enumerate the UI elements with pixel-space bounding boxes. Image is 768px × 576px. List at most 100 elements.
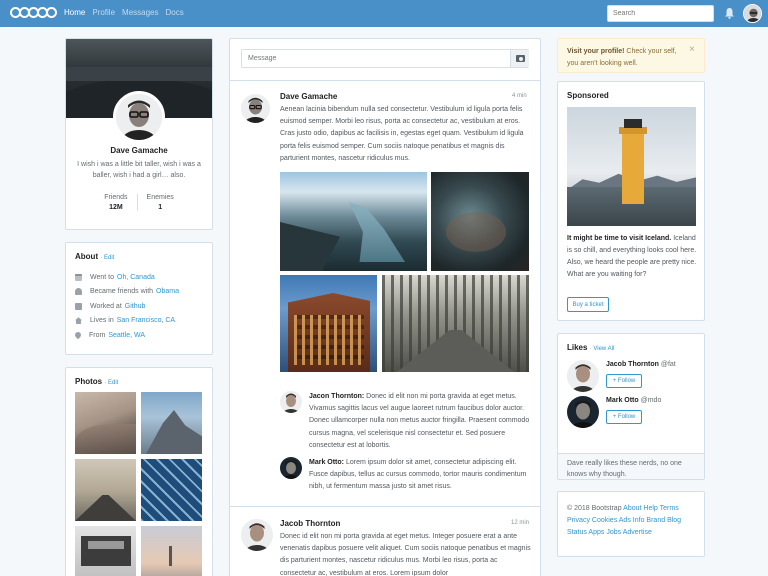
about-item-text: Lives in xyxy=(90,317,114,325)
enemies-label: Enemies xyxy=(146,194,174,201)
likes-footer-text: Dave really likes these nerds, no one kn… xyxy=(567,460,682,478)
view-all-link[interactable]: · View All xyxy=(590,346,615,352)
nav-avatar[interactable] xyxy=(743,4,762,23)
notifications-icon[interactable] xyxy=(724,7,735,19)
enemies-stat[interactable]: Enemies 1 xyxy=(136,194,183,211)
footer-link-cookies[interactable]: Cookies xyxy=(592,517,617,524)
post-author-name[interactable]: Dave Gamache xyxy=(280,92,337,101)
nav-docs[interactable]: Docs xyxy=(166,8,184,17)
footer-link-help[interactable]: Help xyxy=(643,505,657,512)
about-item-link[interactable]: Github xyxy=(125,303,146,310)
footer-link-ads[interactable]: Ads xyxy=(619,517,631,524)
photo-thumbnail[interactable] xyxy=(75,526,136,576)
about-item-link[interactable]: Oh, Canada xyxy=(117,274,155,281)
footer-link-advertise[interactable]: Advertise xyxy=(623,529,652,536)
nav-home[interactable]: Home xyxy=(64,8,85,17)
sponsored-headline[interactable]: It might be time to visit Iceland. xyxy=(567,235,671,242)
about-item-text: From xyxy=(89,331,106,339)
about-item-text: Became friends with xyxy=(90,288,154,296)
footer-link-brand[interactable]: Brand xyxy=(646,517,665,524)
likes-heading: Likes xyxy=(567,343,588,352)
about-item: Became friends with Obama xyxy=(75,285,203,300)
sponsored-text: It might be time to visit Iceland. Icela… xyxy=(567,233,697,281)
like-avatar[interactable] xyxy=(567,360,599,392)
footer-link-privacy[interactable]: Privacy xyxy=(567,517,590,524)
footer-link-info[interactable]: Info xyxy=(633,517,645,524)
comment-author[interactable]: Jacon Thornton: xyxy=(309,393,364,400)
post-author-name[interactable]: Jacob Thornton xyxy=(280,519,340,528)
photo-thumbnail[interactable] xyxy=(141,392,202,454)
close-icon[interactable]: × xyxy=(689,44,695,55)
attach-photo-button[interactable] xyxy=(510,50,529,67)
post-text: Donec id elit non mi porta gravida at eg… xyxy=(280,533,531,576)
follow-button[interactable]: + Follow xyxy=(606,374,642,388)
about-item-link[interactable]: Seattle, WA xyxy=(108,332,145,339)
post-photo-cave[interactable] xyxy=(431,172,529,271)
post-timestamp: 12 min xyxy=(511,520,530,526)
about-card: About · Edit Went to Oh, Canada Became f… xyxy=(65,242,213,355)
profile-stats: Friends 12M Enemies 1 xyxy=(66,194,212,211)
alert-strong[interactable]: Visit your profile! xyxy=(567,48,624,55)
photo-thumbnail[interactable] xyxy=(141,459,202,521)
footer-link-blog[interactable]: Blog xyxy=(667,517,681,524)
comment-author-avatar[interactable] xyxy=(280,457,302,479)
footer-link-about[interactable]: About xyxy=(623,505,641,512)
like-person-name[interactable]: Mark Otto xyxy=(606,397,639,404)
footer-link-status[interactable]: Status xyxy=(567,529,587,536)
brand-logo[interactable] xyxy=(10,7,57,18)
add-user-icon: + xyxy=(612,414,617,420)
nav-messages[interactable]: Messages xyxy=(122,8,158,17)
footer-link-apps[interactable]: Apps xyxy=(588,529,604,536)
sponsored-title: Sponsored xyxy=(567,91,609,100)
about-item-text: Went to xyxy=(90,273,114,281)
profile-bio: I wish i was a little bit taller, wish i… xyxy=(77,161,201,179)
post-timestamp: 4 min xyxy=(512,93,527,99)
friends-stat[interactable]: Friends 12M xyxy=(95,194,136,211)
footer-link-jobs[interactable]: Jobs xyxy=(606,529,621,536)
search-input[interactable] xyxy=(607,5,714,22)
sponsored-image[interactable] xyxy=(567,107,696,226)
footer-link-terms[interactable]: Terms xyxy=(660,505,679,512)
footer-card: © 2018 Bootstrap About Help Terms Privac… xyxy=(557,491,705,557)
like-avatar[interactable] xyxy=(567,396,599,428)
profile-name[interactable]: Dave Gamache xyxy=(66,146,212,155)
profile-avatar[interactable] xyxy=(113,91,165,143)
about-item-link[interactable]: San Francisco, CA xyxy=(117,317,175,324)
follow-button[interactable]: + Follow xyxy=(606,410,642,424)
message-composer xyxy=(241,49,529,68)
about-list: Went to Oh, Canada Became friends with O… xyxy=(73,270,203,343)
divider xyxy=(230,80,540,81)
about-title: About · Edit xyxy=(75,252,203,261)
post-author-avatar[interactable] xyxy=(241,519,273,551)
camera-icon xyxy=(516,55,525,62)
comment-author-avatar[interactable] xyxy=(280,391,302,413)
photo-thumbnail[interactable] xyxy=(75,459,136,521)
divider xyxy=(230,506,540,507)
about-item-text: Worked at xyxy=(90,302,122,310)
post-photo-building[interactable] xyxy=(280,275,377,372)
like-person-name[interactable]: Jacob Thornton xyxy=(606,361,659,368)
nav-profile[interactable]: Profile xyxy=(92,8,115,17)
post-author-avatar[interactable] xyxy=(241,94,270,123)
post-photo-fjord[interactable] xyxy=(280,172,427,271)
likes-footer: Dave really likes these nerds, no one kn… xyxy=(558,453,704,479)
photos-edit-link[interactable]: · Edit xyxy=(104,380,118,386)
users-icon xyxy=(75,288,82,296)
buy-ticket-button[interactable]: Buy a ticket xyxy=(567,297,609,312)
photo-thumbnail[interactable] xyxy=(141,526,202,576)
like-name: Mark Otto @mdo xyxy=(606,397,661,404)
about-heading: About xyxy=(75,252,99,261)
comment-text: Mark Otto: Lorem ipsum dolor sit amet, c… xyxy=(309,457,531,494)
message-input[interactable] xyxy=(242,50,510,67)
about-edit-link[interactable]: · Edit xyxy=(100,255,114,261)
post-photo-forest-road[interactable] xyxy=(382,275,529,372)
comment-author[interactable]: Mark Otto: xyxy=(309,459,344,466)
about-item-link[interactable]: Obama xyxy=(156,288,179,295)
sponsored-card: Sponsored It might be time to visit Icel… xyxy=(557,81,705,321)
calendar-icon xyxy=(75,273,82,281)
friends-label: Friends xyxy=(104,194,128,201)
comment-body: Donec id elit non mi porta gravida at eg… xyxy=(309,393,530,449)
like-name: Jacob Thornton @fat xyxy=(606,361,676,368)
about-item: From Seattle, WA xyxy=(73,328,203,343)
photo-thumbnail[interactable] xyxy=(75,392,136,454)
